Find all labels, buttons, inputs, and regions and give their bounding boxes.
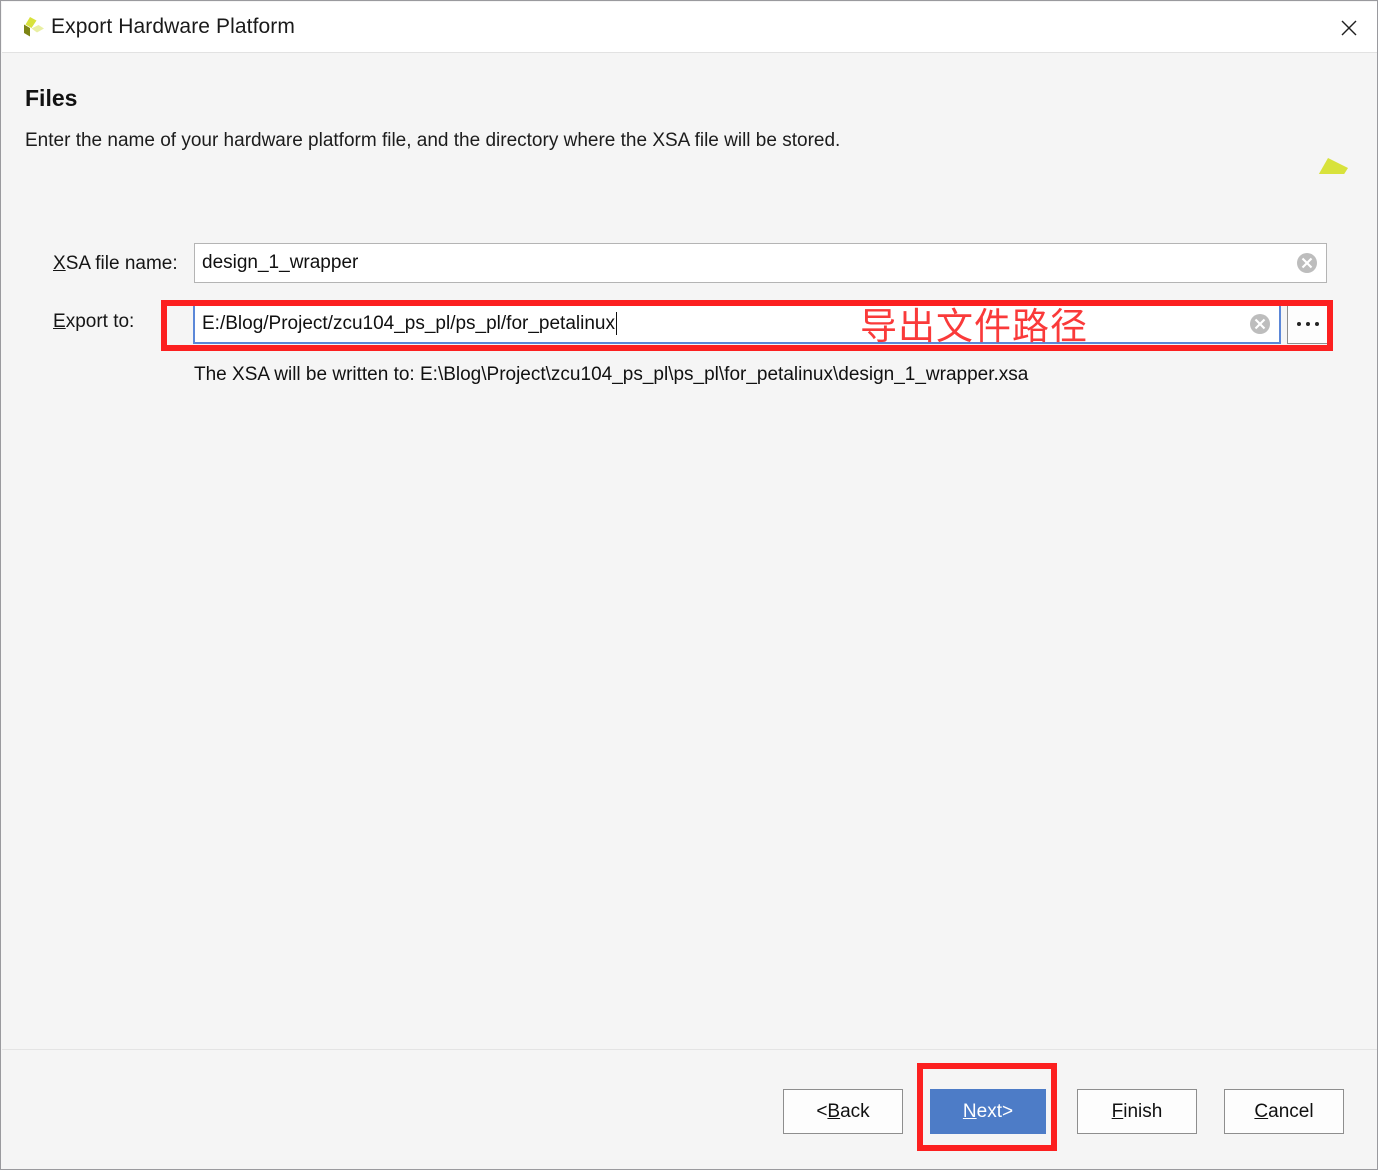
export-hardware-platform-dialog: Export Hardware Platform Files Enter the… — [0, 0, 1378, 1170]
page-subtitle: Enter the name of your hardware platform… — [25, 130, 841, 151]
cancel-button-mnemonic: C — [1254, 1100, 1269, 1122]
export-label-rest: xport to: — [65, 311, 135, 332]
window-title: Export Hardware Platform — [51, 15, 295, 38]
title-bar: Export Hardware Platform — [2, 2, 1377, 53]
cancel-button-rest: ancel — [1268, 1100, 1314, 1122]
ellipsis-dot-icon — [1315, 321, 1319, 326]
back-button[interactable]: < Back — [783, 1089, 903, 1134]
next-button-rest: ext — [976, 1100, 1002, 1122]
next-button-mnemonic: N — [962, 1100, 977, 1122]
xsa-file-name-input[interactable]: design_1_wrapper — [194, 243, 1327, 283]
ellipsis-dot-icon — [1306, 321, 1310, 326]
header-band: Files Enter the name of your hardware pl… — [2, 54, 1377, 215]
xilinx-logo-icon — [19, 16, 45, 40]
xsa-file-name-value: design_1_wrapper — [202, 252, 359, 273]
xsa-label-mnemonic: X — [53, 253, 66, 274]
back-button-rest: ack — [840, 1100, 870, 1122]
close-icon[interactable] — [1320, 2, 1377, 53]
footer-button-bar: < Back Next > Finish Cancel — [2, 1050, 1377, 1169]
browse-directory-button[interactable] — [1287, 303, 1329, 344]
finish-button-mnemonic: F — [1111, 1100, 1124, 1122]
annotation-export-path: 导出文件路径 — [860, 305, 1088, 348]
text-caret — [615, 312, 617, 335]
next-button-suffix: > — [1001, 1100, 1014, 1122]
next-button[interactable]: Next > — [930, 1089, 1046, 1134]
export-to-label: Export to: — [53, 311, 134, 333]
clear-circle-icon[interactable] — [1296, 252, 1318, 274]
export-to-input[interactable]: E:/Blog/Project/zcu104_ps_pl/ps_pl/for_p… — [193, 303, 1281, 344]
back-button-mnemonic: B — [827, 1100, 841, 1122]
back-button-prefix: < — [816, 1100, 828, 1122]
clear-circle-icon[interactable] — [1249, 313, 1271, 335]
finish-button[interactable]: Finish — [1077, 1089, 1197, 1134]
finish-button-rest: inish — [1123, 1100, 1163, 1122]
export-to-value: E:/Blog/Project/zcu104_ps_pl/ps_pl/for_p… — [202, 312, 615, 334]
cancel-button[interactable]: Cancel — [1224, 1089, 1344, 1134]
form-area: XSA file name: design_1_wrapper Export t… — [2, 174, 1377, 1049]
output-path-hint: The XSA will be written to: E:\Blog\Proj… — [194, 364, 1029, 385]
page-title: Files — [25, 85, 78, 111]
xsa-label-rest: SA file name: — [65, 253, 178, 274]
export-label-mnemonic: E — [53, 311, 66, 332]
ellipsis-dot-icon — [1297, 321, 1301, 326]
xsa-file-name-label: XSA file name: — [53, 253, 178, 275]
